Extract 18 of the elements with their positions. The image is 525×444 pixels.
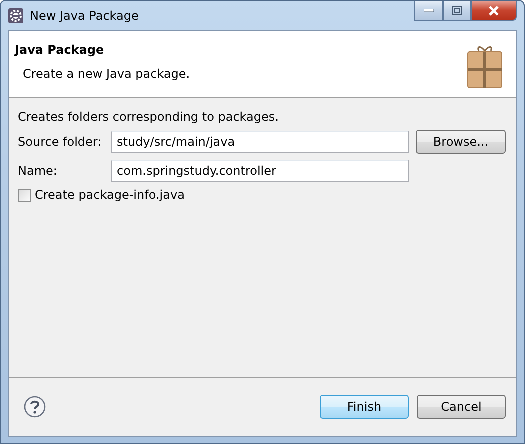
checkbox[interactable] bbox=[18, 188, 31, 202]
window-title: New Java Package bbox=[30, 8, 140, 22]
page-description: Create a new Java package. bbox=[23, 67, 190, 81]
browse-button[interactable]: Browse... bbox=[416, 130, 506, 154]
page-title: Java Package bbox=[15, 43, 106, 57]
help-icon[interactable] bbox=[24, 396, 46, 418]
finish-button[interactable]: Finish bbox=[320, 395, 409, 419]
cancel-button[interactable]: Cancel bbox=[417, 395, 506, 419]
field-label: Name: bbox=[18, 164, 58, 178]
gear-icon bbox=[8, 8, 24, 24]
input-field[interactable]: com.springstudy.controller bbox=[111, 160, 409, 182]
input-field[interactable]: study/src/main/java bbox=[111, 131, 409, 153]
minimize-icon[interactable] bbox=[414, 1, 443, 21]
close-icon[interactable] bbox=[471, 1, 517, 21]
intro-text: Creates folders corresponding to packages. bbox=[18, 110, 280, 124]
maximize-icon[interactable] bbox=[443, 1, 471, 21]
checkbox-label: Create package-info.java bbox=[35, 188, 185, 202]
field-label: Source folder: bbox=[18, 135, 103, 149]
